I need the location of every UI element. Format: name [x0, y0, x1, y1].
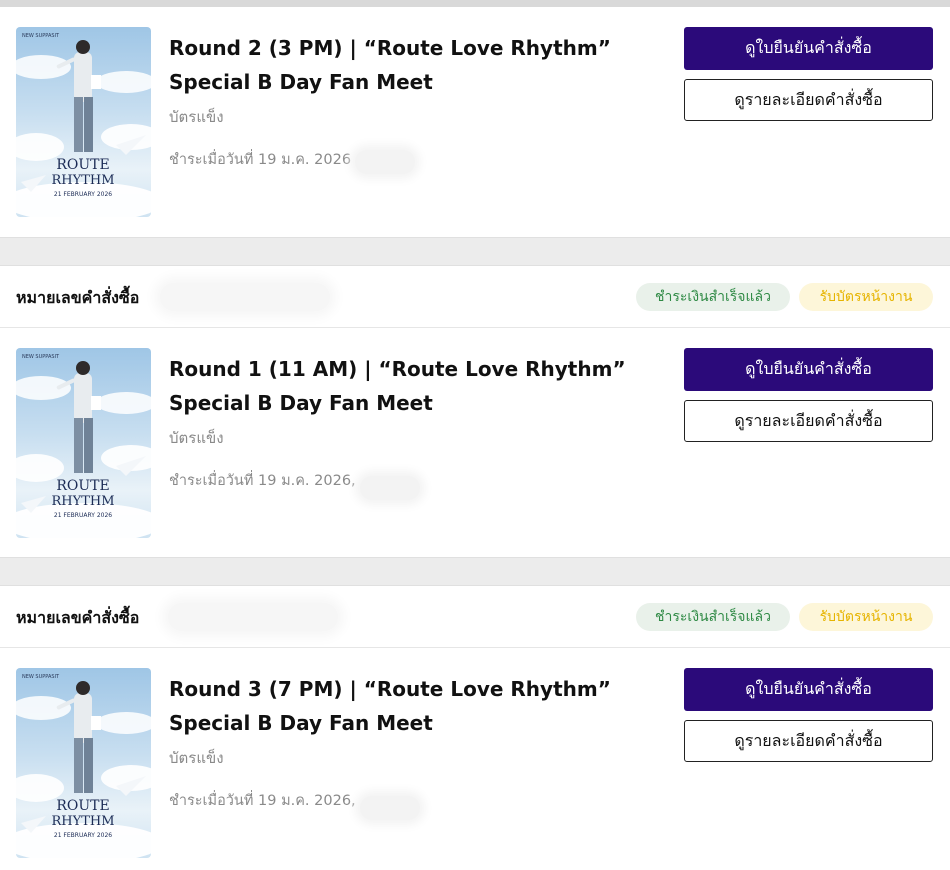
redacted-time [355, 150, 415, 174]
order-number-label: หมายเลขคำสั่งซื้อ [16, 288, 140, 307]
pickup-status-badge: รับบัตรหน้างาน [799, 603, 933, 631]
ticket-type: บัตรแข็ง [169, 429, 224, 447]
order-item: NEW SUPPASIT ROUTE RHYTHM 21 FEBRUARY 20… [0, 668, 950, 858]
poster-title-1: ROUTE [56, 798, 109, 814]
poster-brand: NEW SUPPASIT [22, 674, 60, 680]
redacted-time [360, 796, 420, 820]
order-item: NEW SUPPASIT ROUTE RHYTHM 21 FEBRUARY 20… [0, 27, 950, 217]
poster-date: 21 FEBRUARY 2026 [54, 832, 112, 839]
view-confirmation-button[interactable]: ดูใบยืนยันคำสั่งซื้อ [684, 27, 933, 70]
poster-date: 21 FEBRUARY 2026 [54, 191, 112, 198]
event-poster[interactable]: NEW SUPPASIT ROUTE RHYTHM 21 FEBRUARY 20… [16, 27, 151, 217]
view-order-details-button[interactable]: ดูรายละเอียดคำสั่งซื้อ [684, 720, 933, 762]
event-title-line-1: Round 1 (11 AM) | “Route Love Rhythm” [169, 357, 626, 381]
pickup-status-badge: รับบัตรหน้างาน [799, 283, 933, 311]
order-header: หมายเลขคำสั่งซื้อ ชำระเงินสำเร็จแล้ว รับ… [0, 266, 950, 328]
payment-status-badge: ชำระเงินสำเร็จแล้ว [636, 603, 790, 631]
order-card-3: หมายเลขคำสั่งซื้อ ชำระเงินสำเร็จแล้ว รับ… [0, 586, 950, 870]
top-divider [0, 0, 950, 7]
event-title[interactable]: Round 1 (11 AM) | “Route Love Rhythm” Sp… [169, 352, 639, 420]
event-title-line-2: Special B Day Fan Meet [169, 391, 433, 415]
ticket-type: บัตรแข็ง [169, 108, 224, 126]
payment-status-badge: ชำระเงินสำเร็จแล้ว [636, 283, 790, 311]
order-header: หมายเลขคำสั่งซื้อ ชำระเงินสำเร็จแล้ว รับ… [0, 586, 950, 648]
payment-date: ชำระเมื่อวันที่ 19 ม.ค. 2026, [169, 793, 356, 809]
view-confirmation-button[interactable]: ดูใบยืนยันคำสั่งซื้อ [684, 348, 933, 391]
order-item: NEW SUPPASIT ROUTE RHYTHM 21 FEBRUARY 20… [0, 348, 950, 538]
event-title-line-2: Special B Day Fan Meet [169, 70, 433, 94]
view-order-details-button[interactable]: ดูรายละเอียดคำสั่งซื้อ [684, 400, 933, 442]
payment-date: ชำระเมื่อวันที่ 19 ม.ค. 2026 [169, 152, 352, 168]
redacted-time [360, 476, 420, 500]
event-title-line-2: Special B Day Fan Meet [169, 711, 433, 735]
poster-title-2: RHYTHM [51, 814, 114, 829]
card-gap [0, 557, 950, 586]
poster-title-2: RHYTHM [51, 494, 114, 509]
event-title[interactable]: Round 3 (7 PM) | “Route Love Rhythm” Spe… [169, 672, 639, 740]
poster-title-1: ROUTE [56, 478, 109, 494]
order-number-label: หมายเลขคำสั่งซื้อ [16, 608, 140, 627]
poster-brand: NEW SUPPASIT [22, 33, 60, 39]
event-title-line-1: Round 2 (3 PM) | “Route Love Rhythm” [169, 36, 611, 60]
event-poster[interactable]: NEW SUPPASIT ROUTE RHYTHM 21 FEBRUARY 20… [16, 348, 151, 538]
redacted-order-number [160, 283, 330, 311]
view-confirmation-button[interactable]: ดูใบยืนยันคำสั่งซื้อ [684, 668, 933, 711]
view-order-details-button[interactable]: ดูรายละเอียดคำสั่งซื้อ [684, 79, 933, 121]
event-title[interactable]: Round 2 (3 PM) | “Route Love Rhythm” Spe… [169, 31, 639, 99]
ticket-type: บัตรแข็ง [169, 749, 224, 767]
event-poster[interactable]: NEW SUPPASIT ROUTE RHYTHM 21 FEBRUARY 20… [16, 668, 151, 858]
order-card-1: NEW SUPPASIT ROUTE RHYTHM 21 FEBRUARY 20… [0, 7, 950, 237]
poster-title-2: RHYTHM [51, 173, 114, 188]
card-gap [0, 237, 950, 266]
poster-title-1: ROUTE [56, 157, 109, 173]
poster-date: 21 FEBRUARY 2026 [54, 512, 112, 519]
redacted-order-number [168, 603, 338, 631]
order-card-2: หมายเลขคำสั่งซื้อ ชำระเงินสำเร็จแล้ว รับ… [0, 266, 950, 557]
event-title-line-1: Round 3 (7 PM) | “Route Love Rhythm” [169, 677, 611, 701]
payment-date: ชำระเมื่อวันที่ 19 ม.ค. 2026, [169, 473, 356, 489]
poster-brand: NEW SUPPASIT [22, 354, 60, 360]
